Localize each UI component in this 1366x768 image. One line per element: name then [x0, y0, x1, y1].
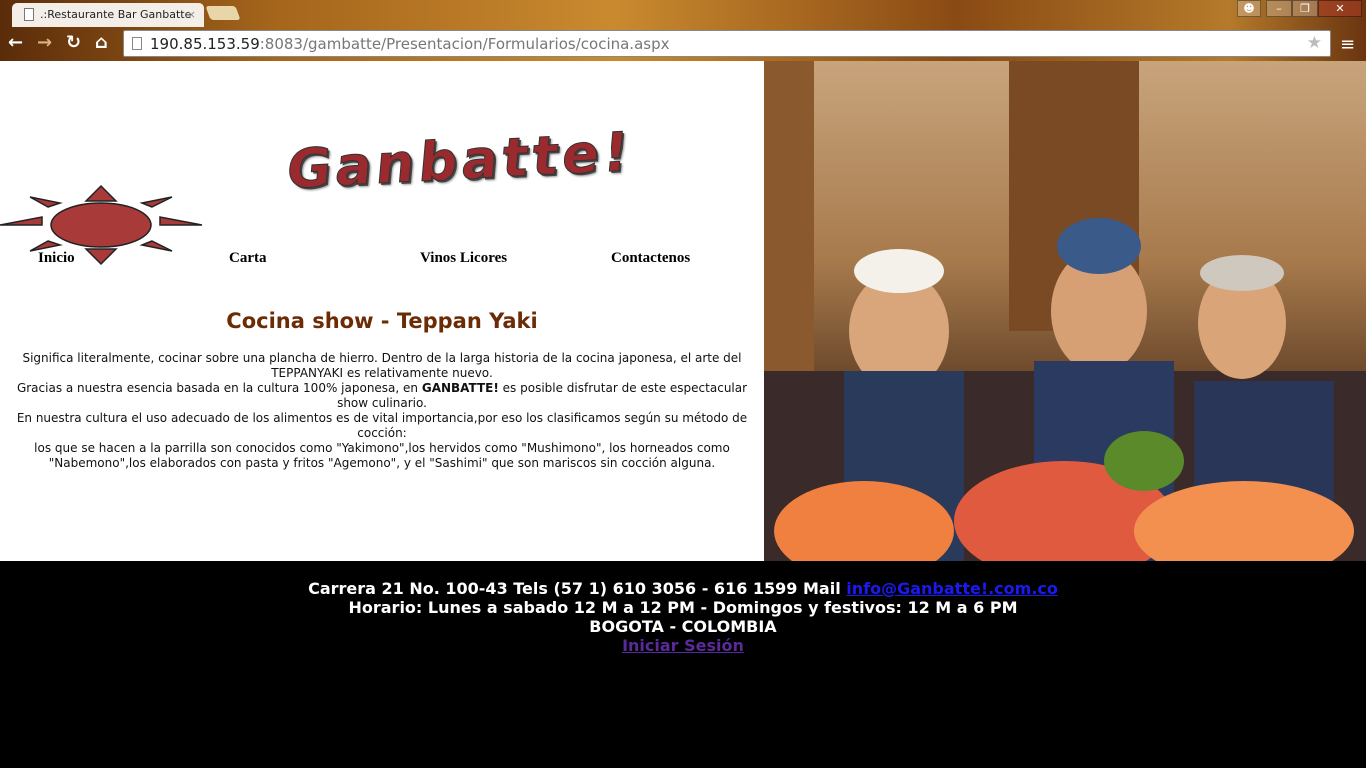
url-host: 190.85.153.59	[150, 35, 260, 53]
minimize-button[interactable]: –	[1266, 0, 1292, 17]
paragraph: los que se hacen a la parrilla son conoc…	[34, 441, 730, 470]
footer-address: Carrera 21 No. 100-43 Tels (57 1) 610 30…	[0, 579, 1366, 598]
menu-vinos-licores[interactable]: Vinos Licores	[420, 250, 507, 267]
sun-logo-icon	[0, 184, 203, 266]
page-icon	[132, 37, 142, 50]
back-icon[interactable]: ←	[8, 32, 23, 53]
close-window-button[interactable]: ✕	[1318, 0, 1362, 17]
menu-contactenos[interactable]: Contactenos	[611, 250, 690, 267]
footer: Carrera 21 No. 100-43 Tels (57 1) 610 30…	[0, 579, 1366, 655]
page-title: Cocina show - Teppan Yaki	[226, 309, 538, 333]
menu-icon[interactable]: ≡	[1340, 34, 1355, 55]
home-icon[interactable]: ⌂	[95, 32, 108, 53]
browser-tab[interactable]: .:Restaurante Bar Ganbatte ×	[12, 3, 204, 27]
restore-button[interactable]: ❐	[1292, 0, 1318, 17]
paragraph: En nuestra cultura el uso adecuado de lo…	[16, 411, 748, 440]
tab-title: .:Restaurante Bar Ganbatte	[40, 8, 192, 21]
footer-hours: Horario: Lunes a sabado 12 M a 12 PM - D…	[348, 598, 1018, 617]
footer-city: BOGOTA - COLOMBIA	[589, 617, 777, 636]
address-bar[interactable]: 190.85.153.59:8083/gambatte/Presentacion…	[123, 30, 1331, 57]
address-text: Carrera 21 No. 100-43 Tels (57 1) 610 30…	[308, 579, 847, 598]
login-link[interactable]: Iniciar Sesión	[622, 636, 744, 655]
brand-name: GANBATTE!	[421, 381, 499, 395]
menu-inicio[interactable]: Inicio	[38, 250, 75, 267]
paragraph: Gracias a nuestra esencia basada en la c…	[0, 381, 764, 411]
new-tab-button[interactable]	[205, 6, 241, 20]
menu-carta[interactable]: Carta	[229, 250, 267, 267]
email-link[interactable]: info@Ganbatte!.com.co	[846, 579, 1058, 598]
chefs-photo	[764, 61, 1366, 561]
bookmark-star-icon[interactable]: ★	[1307, 33, 1322, 53]
url-path: :8083/gambatte/Presentacion/Formularios/…	[259, 35, 670, 53]
close-tab-icon[interactable]: ×	[187, 8, 196, 21]
page: Ganbatte! Inicio Carta Vinos Licores Con…	[0, 61, 1366, 561]
user-icon[interactable]: ☻	[1237, 0, 1261, 17]
reload-icon[interactable]: ↻	[66, 32, 81, 53]
logo-text: Ganbatte!	[284, 120, 636, 202]
text: Gracias a nuestra esencia basada en la c…	[16, 381, 422, 395]
content-text: Significa literalmente, cocinar sobre un…	[0, 351, 764, 471]
browser-chrome: .:Restaurante Bar Ganbatte × ☻ – ❐ ✕ ← → …	[0, 0, 1366, 61]
page-icon	[24, 8, 34, 21]
forward-icon[interactable]: →	[37, 32, 52, 53]
paragraph: Significa literalmente, cocinar sobre un…	[22, 351, 742, 380]
chefs-sushi-image	[764, 61, 1366, 561]
